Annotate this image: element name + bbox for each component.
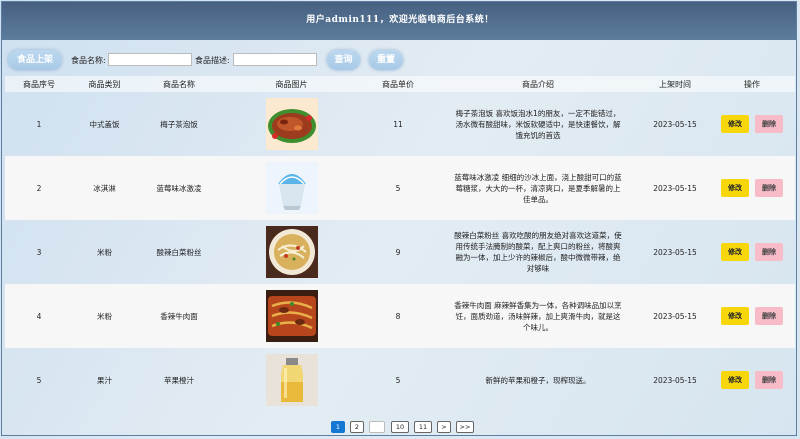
cell-name: 梅子茶泡饭 bbox=[160, 119, 198, 129]
desc-text: 香辣牛肉面 麻辣鲜香集为一体，各种调味品加以烹饪，面质劲道，汤味鲜辣，加上爽滑牛… bbox=[454, 300, 622, 332]
app-frame: 用户admin111，欢迎光临电商后台系统！ 食品上架 食品名称: 食品描述: … bbox=[1, 1, 797, 436]
search-button[interactable]: 查询 bbox=[327, 50, 360, 70]
desc-text: 酸辣白菜粉丝 喜欢吃酸的朋友绝对喜欢这道菜，使用传统手法腌制的酸菜，配上爽口的粉… bbox=[454, 231, 622, 273]
desc-text: 梅子茶泡饭 喜欢饭泡水1的朋友，一定不能错过，汤水微有酸甜味，米饭软硬适中，是快… bbox=[455, 108, 621, 140]
col-header-desc: 商品介绍 bbox=[435, 76, 641, 92]
add-food-button[interactable]: 食品上架 bbox=[8, 50, 62, 70]
cell-price: 9 bbox=[395, 247, 401, 257]
delete-button[interactable]: 删除 bbox=[755, 115, 783, 133]
table-row: 3 米粉 酸辣白菜粉丝 9 酸辣白菜粉丝 喜欢吃酸的朋友绝对喜欢这道菜，使用传统… bbox=[5, 220, 795, 284]
cell-date: 2023-05-15 bbox=[641, 284, 709, 348]
dish-image bbox=[265, 98, 318, 150]
col-header-image: 商品图片 bbox=[222, 76, 361, 92]
last-page-button[interactable]: >> bbox=[456, 421, 474, 433]
cell-desc: 梅子茶泡饭 喜欢饭泡水1的朋友，一定不能错过，汤水微有酸甜味，米饭软硬适中，是快… bbox=[435, 92, 641, 156]
table-row: 4 米粉 香辣牛肉面 8 香辣牛肉面 麻辣鲜香集为一体，各种调味品加以烹饪，面质… bbox=[5, 284, 795, 348]
welcome-title: 用户admin111，欢迎光临电商后台系统！ bbox=[306, 15, 494, 25]
cell-image bbox=[222, 220, 361, 284]
noodle-bowl-image bbox=[265, 226, 318, 278]
food-name-input[interactable] bbox=[108, 53, 192, 66]
juice-bottle-image bbox=[265, 354, 318, 406]
cell-category: 中式盖饭 bbox=[89, 119, 120, 129]
cell-desc: 蓝莓味冰激凌 细细的沙冰上面，浇上酸甜可口的蓝莓糖浆，大大的一杯，清凉爽口，是夏… bbox=[435, 156, 641, 220]
edit-button[interactable]: 修改 bbox=[721, 307, 749, 325]
cell-id: 3 bbox=[36, 247, 42, 257]
col-header-id: 商品序号 bbox=[5, 76, 73, 92]
table-row: 2 冰淇淋 蓝莓味冰激凌 5 蓝莓味冰激凌 细细的沙冰上面，浇上酸甜可口的蓝莓糖… bbox=[5, 156, 795, 220]
cell-name: 酸辣白菜粉丝 bbox=[156, 247, 202, 257]
edit-button[interactable]: 修改 bbox=[721, 179, 749, 197]
col-header-price: 商品单价 bbox=[361, 76, 435, 92]
cell-date: 2023-05-15 bbox=[641, 156, 709, 220]
cell-actions: 修改 删除 bbox=[709, 220, 795, 284]
cell-price: 8 bbox=[361, 284, 435, 348]
cell-date: 2023-05-15 bbox=[653, 375, 697, 385]
cell-actions: 修改 删除 bbox=[709, 92, 795, 156]
next-page-button[interactable]: > bbox=[437, 421, 451, 433]
cell-date: 2023-05-15 bbox=[653, 247, 697, 257]
cell-id: 1 bbox=[36, 119, 42, 129]
page-10-button[interactable]: 10 bbox=[391, 421, 409, 433]
table-row: 1 中式盖饭 梅子茶泡饭 11 梅子茶泡饭 喜欢饭泡水1的朋友，一定不能错过，汤… bbox=[5, 92, 795, 156]
food-name-label: 食品名称: bbox=[71, 56, 106, 65]
delete-button[interactable]: 删除 bbox=[755, 307, 783, 325]
page-header: 用户admin111，欢迎光临电商后台系统！ bbox=[2, 2, 796, 40]
table-header-row: 商品序号 商品类别 商品名称 商品图片 商品单价 商品介绍 上架时间 操作 bbox=[5, 76, 795, 92]
edit-button[interactable]: 修改 bbox=[721, 371, 749, 389]
cell-id: 2 bbox=[5, 156, 73, 220]
cell-category: 米粉 bbox=[97, 247, 112, 257]
delete-button[interactable]: 删除 bbox=[755, 179, 783, 197]
cell-actions: 修改 删除 bbox=[709, 156, 795, 220]
cell-id: 5 bbox=[36, 375, 42, 385]
toolbar: 食品上架 食品名称: 食品描述: 查询 重置 bbox=[2, 50, 796, 72]
cell-image bbox=[222, 156, 361, 220]
table-row: 5 果汁 苹果橙汁 5 新鲜的苹果和橙子，现榨现送。 2023-05-15 修改… bbox=[5, 348, 795, 412]
product-table: 商品序号 商品类别 商品名称 商品图片 商品单价 商品介绍 上架时间 操作 1 … bbox=[5, 76, 795, 412]
edit-button[interactable]: 修改 bbox=[721, 243, 749, 261]
cell-category: 果汁 bbox=[97, 375, 112, 385]
cell-desc: 酸辣白菜粉丝 喜欢吃酸的朋友绝对喜欢这道菜，使用传统手法腌制的酸菜，配上爽口的粉… bbox=[435, 220, 641, 284]
cell-price: 11 bbox=[393, 119, 403, 129]
cell-name: 苹果橙汁 bbox=[164, 375, 194, 385]
page-11-button[interactable]: 11 bbox=[414, 421, 432, 433]
reset-button[interactable]: 重置 bbox=[369, 50, 403, 70]
cell-name: 蓝莓味冰激凌 bbox=[136, 156, 222, 220]
food-desc-label: 食品描述: bbox=[195, 56, 230, 65]
cell-actions: 修改 删除 bbox=[709, 348, 795, 412]
col-header-category: 商品类别 bbox=[73, 76, 136, 92]
col-header-actions: 操作 bbox=[709, 76, 795, 92]
page-1-button[interactable]: 1 bbox=[331, 421, 345, 433]
cell-price: 5 bbox=[361, 156, 435, 220]
cell-date: 2023-05-15 bbox=[653, 119, 697, 129]
cell-actions: 修改 删除 bbox=[709, 284, 795, 348]
page-blank-button[interactable] bbox=[369, 421, 385, 433]
col-header-date: 上架时间 bbox=[641, 76, 709, 92]
cell-image bbox=[222, 348, 361, 412]
cell-desc: 香辣牛肉面 麻辣鲜香集为一体，各种调味品加以烹饪，面质劲道，汤味鲜辣，加上爽滑牛… bbox=[435, 284, 641, 348]
col-header-name: 商品名称 bbox=[136, 76, 222, 92]
edit-button[interactable]: 修改 bbox=[721, 115, 749, 133]
desc-text: 蓝莓味冰激凌 细细的沙冰上面，浇上酸甜可口的蓝莓糖浆，大大的一杯，清凉爽口，是夏… bbox=[454, 172, 622, 204]
beef-noodle-image bbox=[265, 290, 318, 342]
shaved-ice-image bbox=[265, 162, 318, 214]
cell-name: 香辣牛肉面 bbox=[136, 284, 222, 348]
cell-category: 冰淇淋 bbox=[73, 156, 136, 220]
cell-id: 4 bbox=[5, 284, 73, 348]
cell-desc: 新鲜的苹果和橙子，现榨现送。 bbox=[435, 348, 641, 412]
cell-image bbox=[222, 284, 361, 348]
cell-category: 米粉 bbox=[73, 284, 136, 348]
delete-button[interactable]: 删除 bbox=[755, 371, 783, 389]
food-desc-input[interactable] bbox=[233, 53, 317, 66]
page-2-button[interactable]: 2 bbox=[350, 421, 364, 433]
delete-button[interactable]: 删除 bbox=[755, 243, 783, 261]
cell-price: 5 bbox=[395, 375, 401, 385]
cell-image bbox=[222, 92, 361, 156]
desc-text: 新鲜的苹果和橙子，现榨现送。 bbox=[485, 375, 591, 385]
